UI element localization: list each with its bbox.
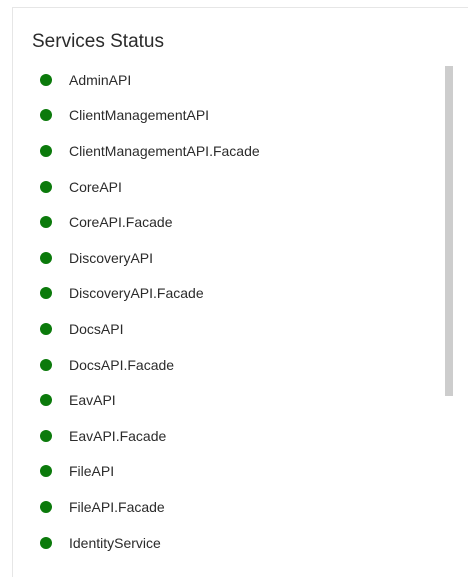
status-ok-icon [40,536,52,549]
status-ok-icon [40,287,52,300]
service-item-core-api-facade: CoreAPI.Facade [13,204,453,240]
service-name: EavAPI [69,392,116,409]
status-ok-icon [40,73,52,86]
service-item-core-api: CoreAPI [13,169,453,205]
service-item-file-api-facade: FileAPI.Facade [13,489,453,525]
service-name: DiscoveryAPI [69,249,154,266]
service-name: DocsAPI.Facade [69,356,175,373]
service-item-identity-service: IdentityService [13,525,453,561]
service-item-docs-api: DocsAPI [13,311,453,347]
service-name: DocsAPI [69,320,124,337]
services-list: AdminAPI ClientManagementAPI ClientManag… [13,62,453,560]
service-item-file-api: FileAPI [13,454,453,490]
service-name: CoreAPI.Facade [69,214,173,231]
service-name: FileAPI.Facade [69,498,165,515]
status-ok-icon [40,358,52,371]
service-item-eav-api-facade: EavAPI.Facade [13,418,453,454]
service-name: ClientManagementAPI [69,107,210,124]
status-ok-icon [40,394,52,407]
services-list-viewport[interactable]: AdminAPI ClientManagementAPI ClientManag… [13,62,453,578]
status-ok-icon [40,251,52,264]
panel-title: Services Status [32,31,164,52]
service-item-admin-api: AdminAPI [13,62,453,98]
service-name: AdminAPI [69,71,132,88]
service-item-client-management-api: ClientManagementAPI [13,98,453,134]
status-ok-icon [40,500,52,513]
status-ok-icon [40,216,52,229]
status-ok-icon [40,429,52,442]
service-item-discovery-api-facade: DiscoveryAPI.Facade [13,276,453,312]
service-item-eav-api: EavAPI [13,382,453,418]
service-name: ClientManagementAPI.Facade [69,142,260,159]
scrollbar-thumb[interactable] [445,66,453,396]
service-item-docs-api-facade: DocsAPI.Facade [13,347,453,383]
service-name: FileAPI [69,463,115,480]
services-status-panel: Services Status AdminAPI ClientManagemen… [12,7,468,577]
service-name: EavAPI.Facade [69,427,167,444]
service-name: CoreAPI [69,178,122,195]
vertical-scrollbar[interactable] [445,66,453,396]
service-name: DiscoveryAPI.Facade [69,285,204,302]
status-ok-icon [40,144,52,157]
status-ok-icon [40,109,52,122]
status-ok-icon [40,322,52,335]
status-ok-icon [40,180,52,193]
service-item-discovery-api: DiscoveryAPI [13,240,453,276]
service-name: IdentityService [69,534,161,551]
service-item-client-management-api-facade: ClientManagementAPI.Facade [13,133,453,169]
status-ok-icon [40,465,52,478]
